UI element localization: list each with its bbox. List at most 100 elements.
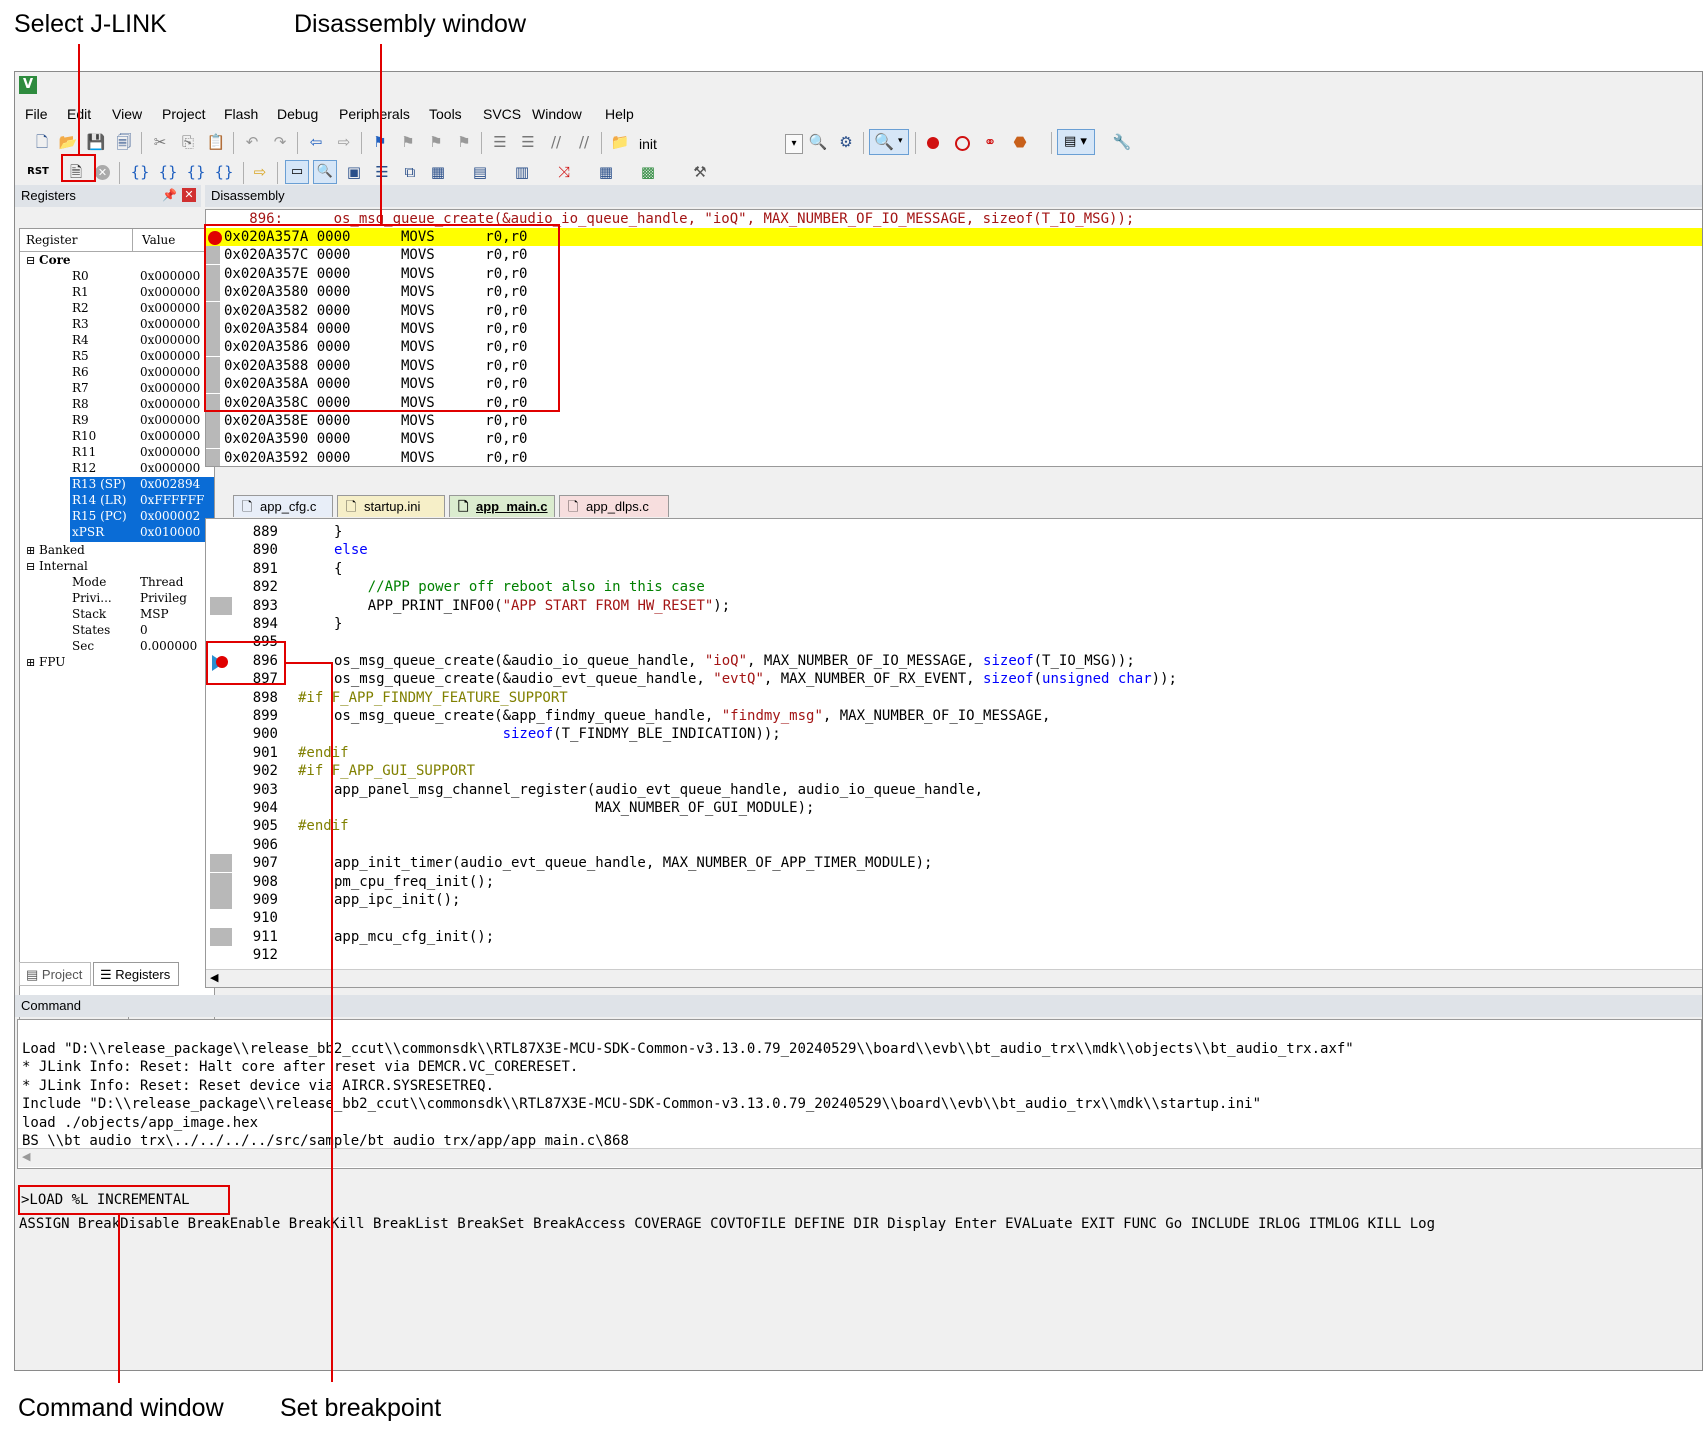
source-line[interactable]: 911 app_mcu_cfg_init();: [206, 928, 1702, 946]
step-out-icon[interactable]: {}: [185, 161, 207, 183]
menu-flash[interactable]: Flash: [224, 106, 258, 122]
source-line[interactable]: 893 APP_PRINT_INFO0("APP START FROM HW_R…: [206, 597, 1702, 615]
watch-window-icon[interactable]: ▦: [427, 161, 449, 183]
command-output[interactable]: Load "D:\\release_package\\release_bb2_c…: [17, 1019, 1702, 1169]
tab-project[interactable]: ▤ Project: [19, 962, 91, 986]
register-row[interactable]: R15 (PC) 0x000002: [70, 509, 214, 526]
find-in-files-icon[interactable]: 📁: [609, 131, 631, 153]
bookmark-next-icon[interactable]: ⚑: [425, 131, 447, 153]
source-line[interactable]: 891 {: [206, 560, 1702, 578]
register-row[interactable]: R4 0x000000: [20, 333, 214, 350]
menu-debug[interactable]: Debug: [277, 106, 318, 122]
command-hscrollbar[interactable]: ◀: [18, 1148, 1701, 1167]
source-line[interactable]: 902 #if F_APP_GUI_SUPPORT: [206, 762, 1702, 780]
window-layout-button[interactable]: ▤ ▾: [1057, 129, 1095, 155]
symbols-window-icon[interactable]: ▣: [343, 161, 365, 183]
register-row[interactable]: R13 (SP) 0x002894: [70, 477, 214, 494]
register-row[interactable]: R5 0x000000: [20, 349, 214, 366]
menu-tools[interactable]: Tools: [429, 106, 462, 122]
tab-app-cfg[interactable]: 🗋 app_cfg.c: [233, 495, 333, 517]
internal-row[interactable]: Sec 0.000000: [20, 639, 214, 656]
save-icon[interactable]: 💾: [85, 131, 107, 153]
tab-startup-ini[interactable]: 🗋 startup.ini: [337, 495, 445, 517]
disassembly-hscrollbar[interactable]: ◀: [206, 466, 1703, 467]
new-file-icon[interactable]: 🗋: [31, 131, 53, 153]
insert-breakpoint-icon[interactable]: [927, 137, 939, 149]
show-next-statement-icon[interactable]: ⇨: [249, 161, 271, 183]
source-line[interactable]: 901 #endif: [206, 744, 1702, 762]
internal-row[interactable]: States 0: [20, 623, 214, 640]
serial-window-icon[interactable]: ▥: [511, 161, 533, 183]
bookmark-clear-icon[interactable]: ⚑: [453, 131, 475, 153]
configure-icon[interactable]: ⚙: [835, 131, 857, 153]
source-line[interactable]: 910: [206, 909, 1702, 927]
internal-row[interactable]: Stack MSP: [20, 607, 214, 624]
step-over-icon[interactable]: {}: [157, 161, 179, 183]
target-dropdown[interactable]: ▾: [785, 134, 803, 154]
register-row[interactable]: R3 0x000000: [20, 317, 214, 334]
wrench-icon[interactable]: 🔧: [1111, 131, 1133, 153]
analysis-window-icon[interactable]: ⤨: [553, 161, 575, 183]
run-to-cursor-icon[interactable]: {}: [213, 161, 235, 183]
tab-registers[interactable]: ☰ Registers: [93, 962, 179, 986]
register-row[interactable]: R14 (LR) 0xFFFFFF: [70, 493, 214, 510]
paste-icon[interactable]: 📋: [205, 131, 227, 153]
registers-window-icon[interactable]: ☰: [371, 161, 393, 183]
step-into-icon[interactable]: {}: [129, 161, 151, 183]
system-viewer-icon[interactable]: ▩: [637, 161, 659, 183]
menu-project[interactable]: Project: [162, 106, 206, 122]
toolbox-icon[interactable]: ⚒: [689, 161, 711, 183]
undo-icon[interactable]: ↶: [241, 131, 263, 153]
register-row[interactable]: R10 0x000000: [20, 429, 214, 446]
register-row[interactable]: R9 0x000000: [20, 413, 214, 430]
source-line[interactable]: 907 app_init_timer(audio_evt_queue_handle…: [206, 854, 1702, 872]
tree-fpu[interactable]: ⊞ FPU: [26, 655, 65, 672]
open-folder-icon[interactable]: 📂: [57, 131, 79, 153]
nav-forward-icon[interactable]: ⇨: [333, 131, 355, 153]
disassembly-window-toggle[interactable]: 🔍: [313, 160, 337, 184]
disassembly-row[interactable]: 0x020A358E 0000 MOVS r0,r0: [224, 412, 527, 430]
find-icon[interactable]: 🔍: [807, 131, 829, 153]
indent-icon[interactable]: ☰: [489, 131, 511, 153]
reset-icon[interactable]: RST: [27, 161, 49, 183]
enable-breakpoint-icon[interactable]: [955, 136, 970, 151]
register-row[interactable]: R7 0x000000: [20, 381, 214, 398]
source-line[interactable]: 895: [206, 633, 1702, 651]
bookmark-prev-icon[interactable]: ⚑: [397, 131, 419, 153]
source-line[interactable]: 908 pm_cpu_freq_init();: [206, 873, 1702, 891]
redo-icon[interactable]: ↷: [269, 131, 291, 153]
call-stack-icon[interactable]: ⧉: [399, 161, 421, 183]
internal-row[interactable]: Privi... Privileg: [20, 591, 214, 608]
source-line[interactable]: 894}: [206, 615, 1702, 633]
menu-help[interactable]: Help: [605, 106, 634, 122]
register-row[interactable]: R0 0x000000: [20, 269, 214, 286]
source-line[interactable]: 890 else: [206, 541, 1702, 559]
menu-svcs[interactable]: SVCS: [483, 106, 521, 122]
source-line[interactable]: 892 //APP power off reboot also in this …: [206, 578, 1702, 596]
source-line[interactable]: 897 os_msg_queue_create(&audio_evt_queue_…: [206, 670, 1702, 688]
debug-session-button[interactable]: 🔍 ▾: [869, 129, 909, 155]
tree-core[interactable]: ⊟ Core: [26, 253, 71, 270]
memory-window-icon[interactable]: ▤: [469, 161, 491, 183]
col-register[interactable]: Register: [26, 233, 77, 247]
menu-file[interactable]: File: [25, 106, 48, 122]
source-line[interactable]: 912: [206, 946, 1702, 964]
source-line[interactable]: 904 MAX_NUMBER_OF_GUI_MODULE);: [206, 799, 1702, 817]
pin-icon[interactable]: 📌: [162, 188, 177, 202]
save-all-icon[interactable]: 🗐: [113, 131, 135, 153]
register-row[interactable]: xPSR 0x010000: [70, 525, 214, 542]
stop-icon[interactable]: ✕: [95, 165, 110, 180]
source-line[interactable]: 896 os_msg_queue_create(&audio_io_queue_h…: [206, 652, 1702, 670]
menu-peripherals[interactable]: Peripherals: [339, 106, 410, 122]
source-line[interactable]: 899 os_msg_queue_create(&app_findmy_queue…: [206, 707, 1702, 725]
copy-icon[interactable]: ⎘: [177, 131, 199, 153]
close-icon[interactable]: ✕: [182, 188, 196, 202]
tree-banked[interactable]: ⊞ Banked: [26, 543, 85, 560]
register-row[interactable]: R11 0x000000: [20, 445, 214, 462]
disassembly-row[interactable]: 0x020A3592 0000 MOVS r0,r0: [224, 449, 527, 466]
menu-window[interactable]: Window: [532, 106, 582, 122]
trace-window-icon[interactable]: ▦: [595, 161, 617, 183]
source-line[interactable]: 905 #endif: [206, 817, 1702, 835]
disable-all-breakpoints-icon[interactable]: ⚭: [979, 131, 1001, 153]
command-window-toggle[interactable]: ▭: [285, 160, 309, 184]
